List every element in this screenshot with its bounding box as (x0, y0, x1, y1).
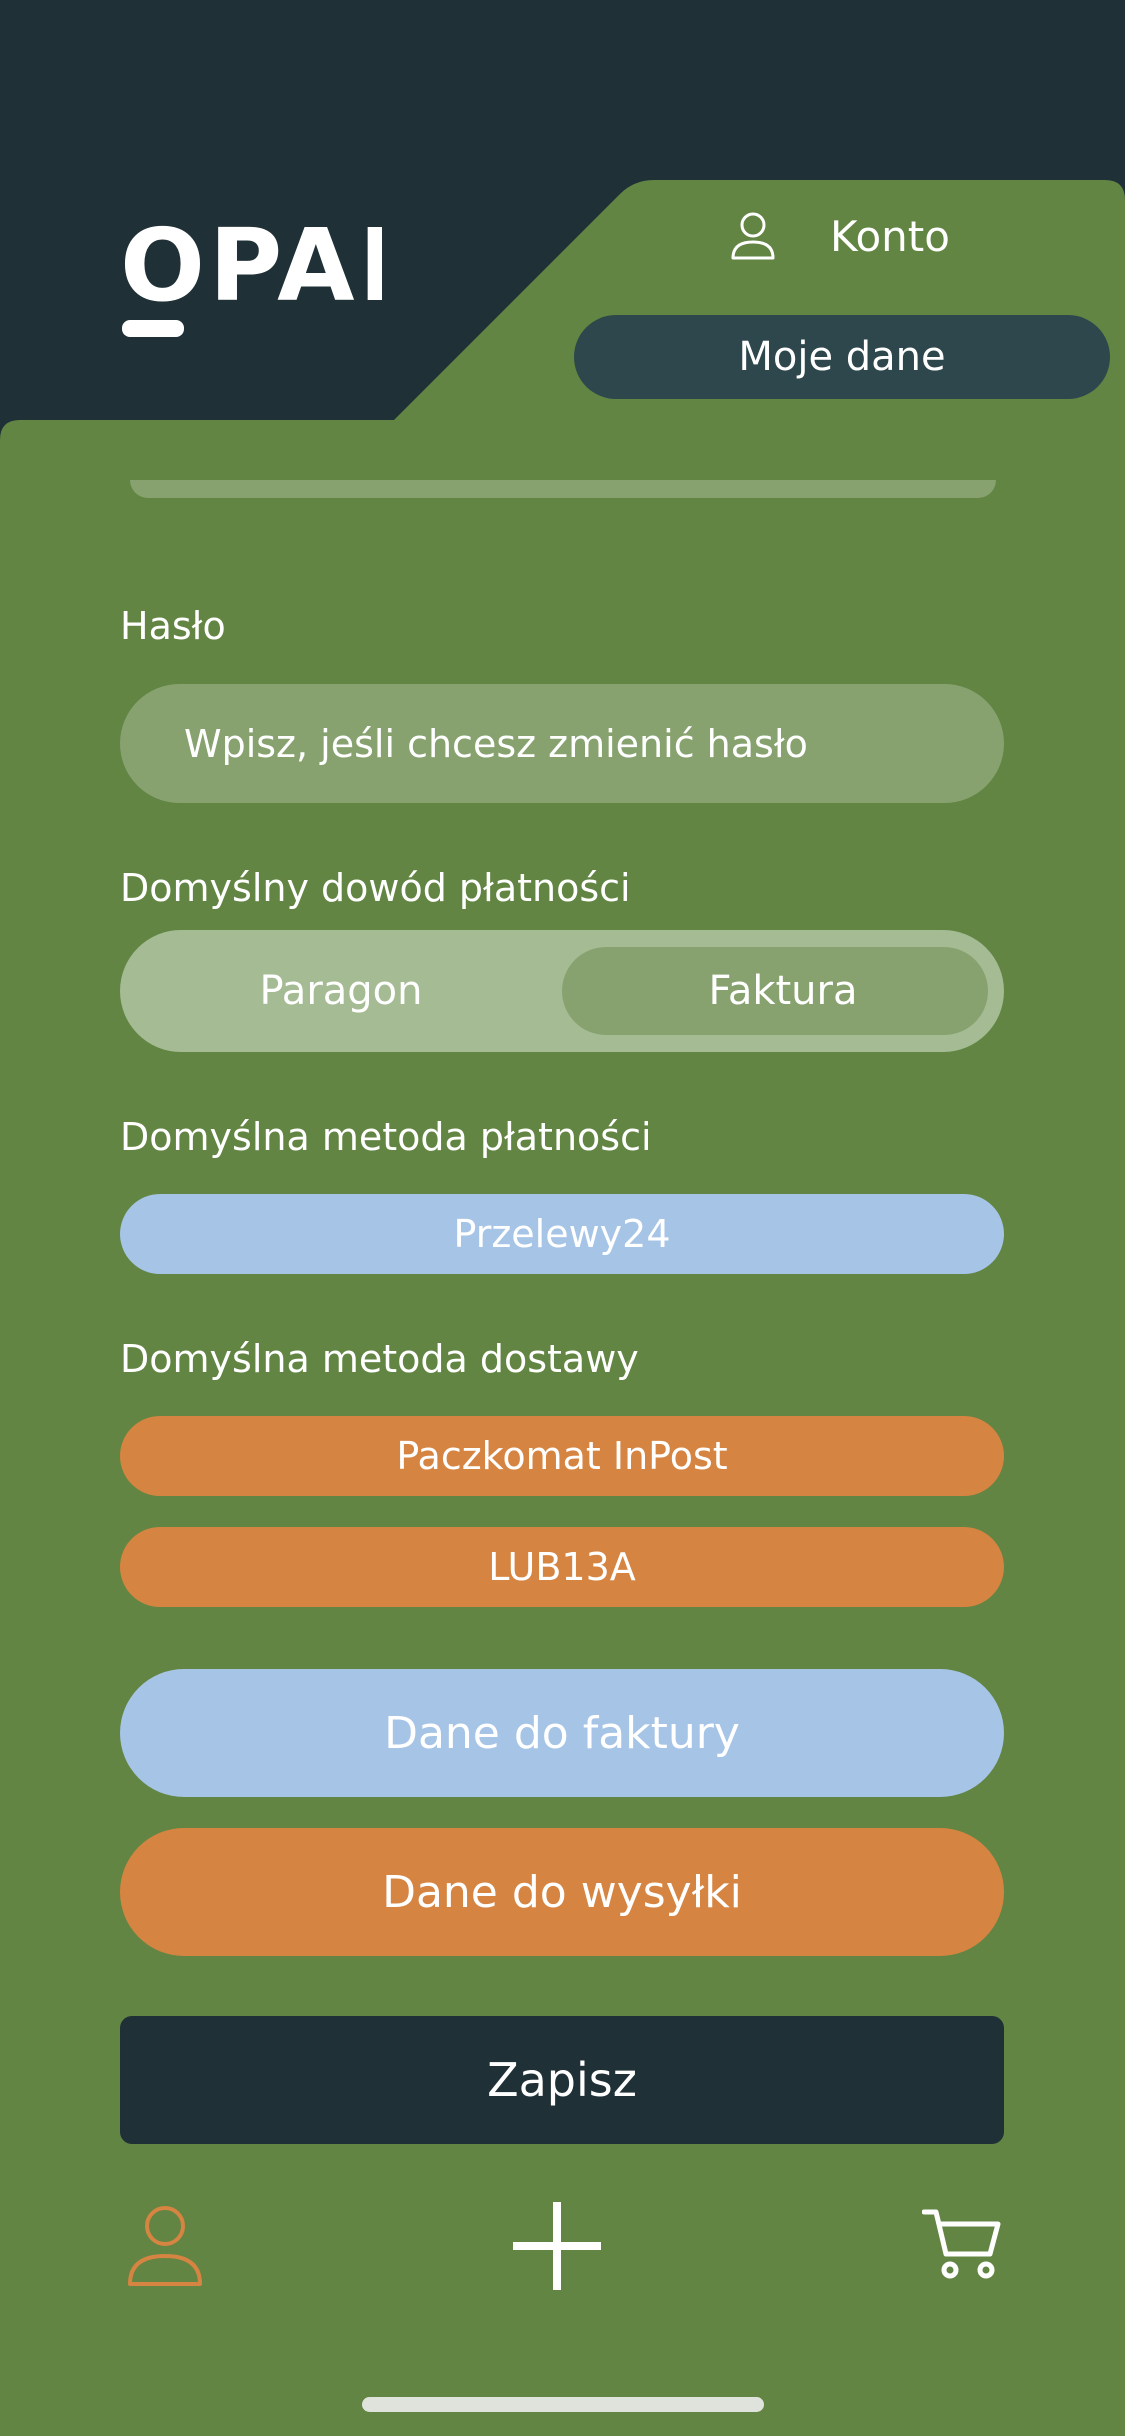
account-link[interactable]: Konto (730, 200, 950, 272)
password-input[interactable] (120, 684, 1004, 803)
opal-logo: OPAL (120, 222, 382, 337)
segment-faktura[interactable]: Faktura (562, 930, 1004, 1052)
payment-method-label: Domyślna metoda płatności (120, 1115, 652, 1159)
locker-code-select[interactable]: LUB13A (120, 1527, 1004, 1607)
logo-text: OPAL (120, 222, 382, 324)
segment-paragon[interactable]: Paragon (120, 930, 562, 1052)
user-icon[interactable] (126, 2204, 204, 2288)
password-label: Hasło (120, 604, 226, 648)
cart-icon[interactable] (922, 2208, 1002, 2280)
delivery-method-select[interactable]: Paczkomat InPost (120, 1416, 1004, 1496)
section-title: Moje dane (574, 315, 1110, 399)
payment-method-select[interactable]: Przelewy24 (120, 1194, 1004, 1274)
user-icon (731, 212, 775, 260)
segment-paragon-label: Paragon (259, 968, 423, 1014)
previous-field-remnant (130, 480, 996, 498)
home-indicator (362, 2397, 764, 2412)
segment-faktura-label: Faktura (708, 968, 858, 1014)
payment-proof-toggle: Paragon Faktura (120, 930, 1004, 1052)
screen: OPAL Konto Moje dane Hasło Domyślny dowó… (0, 0, 1125, 2436)
shipping-data-button[interactable]: Dane do wysyłki (120, 1828, 1004, 1956)
save-button[interactable]: Zapisz (120, 2016, 1004, 2144)
account-label: Konto (830, 211, 950, 261)
payment-proof-label: Domyślny dowód płatności (120, 866, 631, 910)
plus-icon[interactable] (513, 2202, 601, 2290)
invoice-data-button[interactable]: Dane do faktury (120, 1669, 1004, 1797)
delivery-method-label: Domyślna metoda dostawy (120, 1337, 639, 1381)
